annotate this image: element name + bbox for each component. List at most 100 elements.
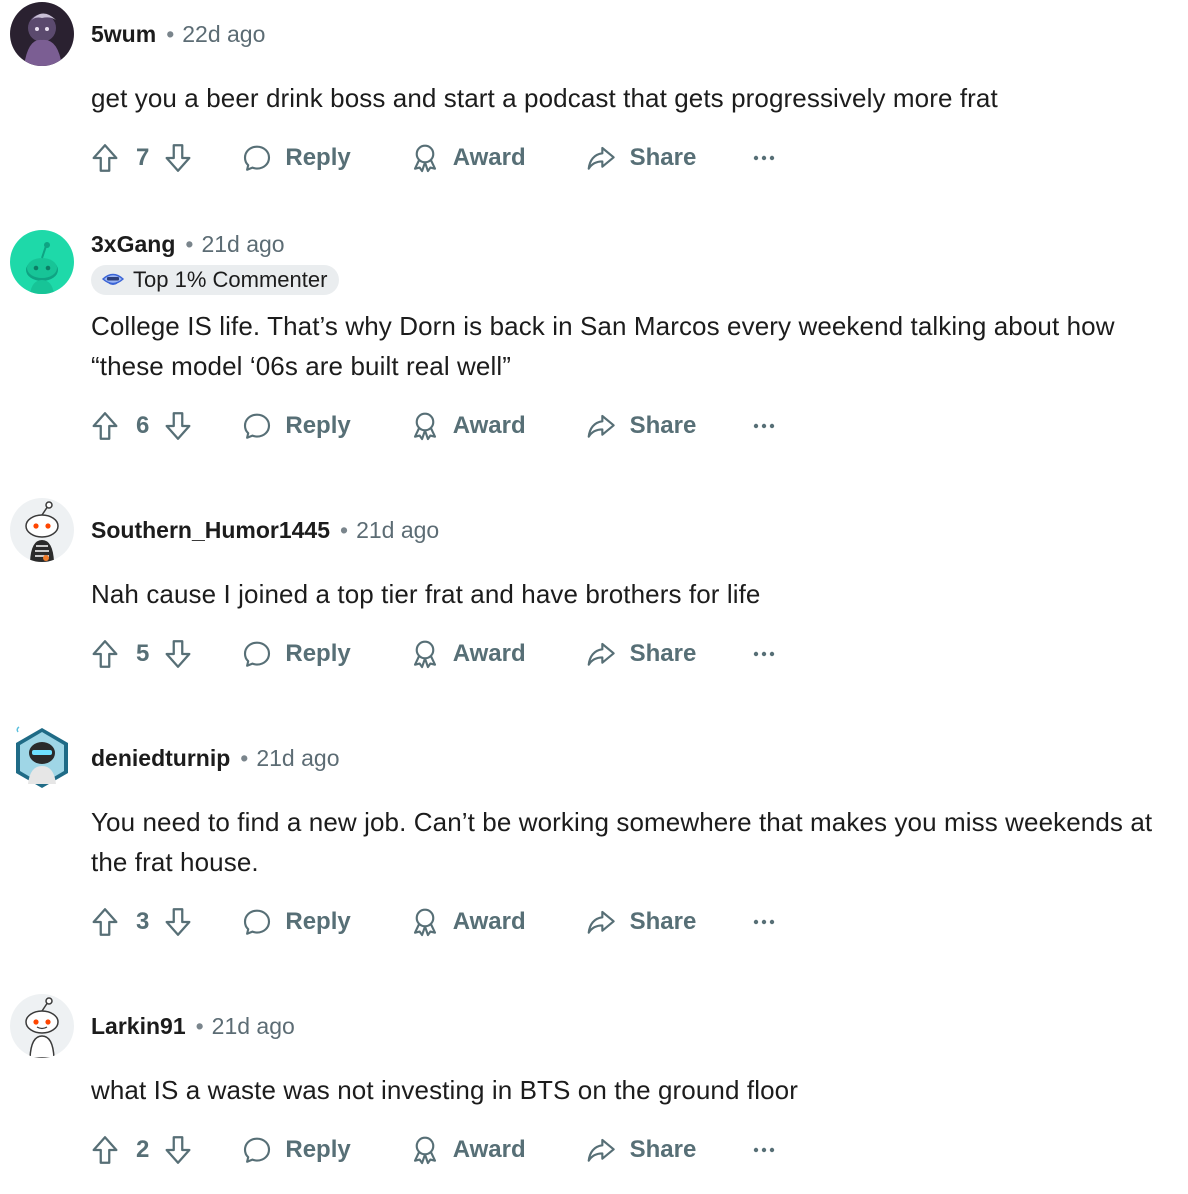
upvote-button[interactable]: [88, 637, 122, 671]
award-label: Award: [452, 1136, 526, 1163]
award-button[interactable]: Award: [409, 1134, 526, 1166]
comment-meta: deniedturnip • 21d ago: [91, 744, 339, 772]
reply-label: Reply: [285, 412, 351, 439]
downvote-icon: [165, 640, 191, 668]
share-label: Share: [629, 412, 697, 439]
avatar[interactable]: [10, 230, 74, 294]
reply-button[interactable]: Reply: [241, 638, 351, 670]
reply-label: Reply: [285, 640, 351, 667]
timestamp[interactable]: 21d ago: [256, 745, 339, 771]
comment-actions: 6 Reply Award Share: [88, 408, 776, 444]
comment-meta: Southern_Humor1445 • 21d ago: [91, 516, 439, 544]
more-options-button[interactable]: [752, 422, 776, 430]
reply-label: Reply: [285, 1136, 351, 1163]
more-options-button[interactable]: [752, 154, 776, 162]
downvote-icon: [165, 908, 191, 936]
timestamp[interactable]: 22d ago: [182, 21, 265, 47]
avatar[interactable]: [10, 498, 74, 562]
award-button[interactable]: Award: [409, 638, 526, 670]
award-button[interactable]: Award: [409, 410, 526, 442]
reply-icon: [244, 1137, 271, 1163]
award-label: Award: [452, 412, 526, 439]
user-flair: Top 1% Commenter: [91, 265, 340, 295]
share-icon: [587, 1138, 615, 1162]
reply-button[interactable]: Reply: [241, 142, 351, 174]
award-icon: [413, 908, 436, 937]
username[interactable]: 5wum: [91, 21, 156, 47]
flair-label: Top 1% Commenter: [133, 267, 328, 292]
comment-actions: 3 Reply Award Share: [88, 904, 776, 940]
separator-dot: •: [240, 745, 249, 771]
reply-button[interactable]: Reply: [241, 410, 351, 442]
upvote-icon: [92, 412, 118, 440]
share-icon: [587, 146, 615, 170]
more-options-button[interactable]: [752, 918, 776, 926]
timestamp[interactable]: 21d ago: [212, 1013, 295, 1039]
vote-count: 2: [136, 1136, 150, 1163]
comment-body: Nah cause I joined a top tier frat and h…: [91, 579, 761, 609]
downvote-button[interactable]: [161, 141, 195, 175]
award-icon: [413, 144, 436, 173]
avatar[interactable]: [10, 726, 74, 790]
share-button[interactable]: Share: [584, 906, 697, 938]
separator-dot: •: [340, 517, 349, 543]
more-options-button[interactable]: [752, 1146, 776, 1154]
downvote-button[interactable]: [161, 905, 195, 939]
downvote-button[interactable]: [161, 409, 195, 443]
username[interactable]: Southern_Humor1445: [91, 517, 330, 543]
more-icon: [754, 155, 775, 161]
avatar-image: [10, 2, 74, 66]
downvote-icon: [165, 144, 191, 172]
upvote-button[interactable]: [88, 1133, 122, 1167]
downvote-button[interactable]: [161, 637, 195, 671]
reply-label: Reply: [285, 908, 351, 935]
more-icon: [754, 423, 775, 429]
reply-button[interactable]: Reply: [241, 906, 351, 938]
separator-dot: •: [185, 231, 194, 257]
award-icon: [413, 640, 436, 669]
share-label: Share: [629, 908, 697, 935]
share-button[interactable]: Share: [584, 638, 696, 670]
reply-icon: [244, 909, 271, 935]
reply-label: Reply: [285, 144, 351, 171]
top-commenter-icon: [101, 273, 125, 285]
comment-meta: 3xGang • 21d ago: [91, 230, 285, 258]
snoo-avatar-icon: [10, 994, 74, 1058]
upvote-icon: [92, 640, 118, 668]
timestamp[interactable]: 21d ago: [356, 517, 439, 543]
downvote-button[interactable]: [161, 1133, 195, 1167]
vote-count: 7: [136, 144, 150, 171]
share-button[interactable]: Share: [584, 410, 697, 442]
upvote-button[interactable]: [88, 905, 122, 939]
share-button[interactable]: Share: [584, 142, 697, 174]
reply-icon: [244, 413, 271, 439]
reply-button[interactable]: Reply: [241, 1134, 351, 1166]
comment-actions: 2 Reply Award Share: [88, 1132, 776, 1168]
more-options-button[interactable]: [752, 650, 776, 658]
comment-body: get you a beer drink boss and start a po…: [91, 83, 998, 113]
award-button[interactable]: Award: [409, 142, 526, 174]
comment-meta: Larkin91 • 21d ago: [91, 1012, 295, 1040]
username[interactable]: 3xGang: [91, 231, 175, 257]
share-label: Share: [629, 144, 697, 171]
timestamp[interactable]: 21d ago: [201, 231, 284, 257]
share-button[interactable]: Share: [584, 1134, 697, 1166]
share-icon: [587, 414, 615, 438]
upvote-icon: [92, 908, 118, 936]
vote-count: 3: [136, 908, 150, 935]
award-button[interactable]: Award: [409, 906, 526, 938]
comment-actions: 7 Reply Award Share: [88, 140, 776, 176]
username[interactable]: deniedturnip: [91, 745, 230, 771]
share-label: Share: [629, 1136, 697, 1163]
vote-count: 6: [136, 412, 150, 439]
downvote-icon: [165, 1136, 191, 1164]
comment-actions: 5 Reply Award Share: [88, 636, 776, 672]
upvote-button[interactable]: [88, 409, 122, 443]
avatar[interactable]: [10, 2, 74, 66]
upvote-button[interactable]: [88, 141, 122, 175]
avatar[interactable]: [10, 994, 74, 1058]
separator-dot: •: [195, 1013, 204, 1039]
username[interactable]: Larkin91: [91, 1013, 186, 1039]
upvote-icon: [92, 1136, 118, 1164]
award-label: Award: [452, 144, 526, 171]
